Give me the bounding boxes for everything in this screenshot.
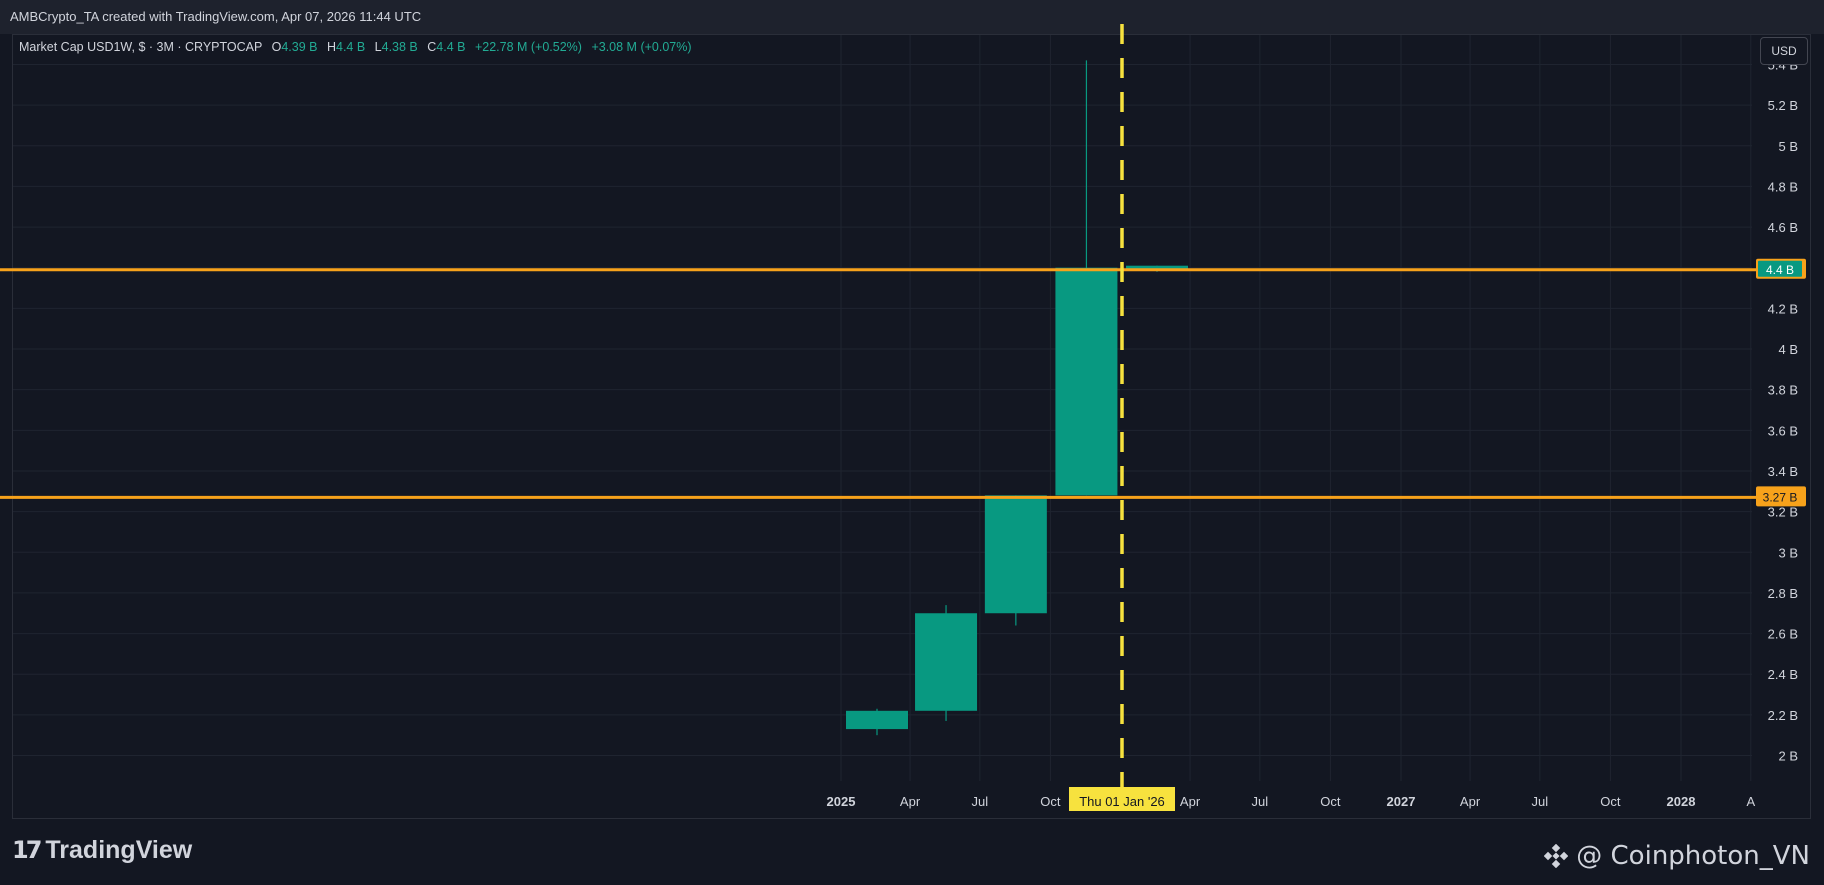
candle-body	[846, 710, 908, 730]
currency-button[interactable]: USD	[1760, 37, 1808, 65]
y-axis-tick-label: 3 B	[1778, 545, 1798, 560]
legend-close-value: 4.4 B	[436, 40, 466, 54]
x-axis-tick-label: 2028	[1667, 794, 1696, 809]
price-badge-label: 3.27 B	[1763, 490, 1798, 504]
x-axis-tick-label: Apr	[900, 794, 921, 809]
y-axis-tick-label: 4.6 B	[1768, 220, 1798, 235]
y-axis-tick-label: 3.2 B	[1768, 505, 1798, 520]
y-axis-tick-label: 2.8 B	[1768, 586, 1798, 601]
candle-body	[915, 613, 978, 711]
legend-open-label: O	[271, 40, 282, 54]
legend-open-value: 4.39 B	[281, 40, 318, 54]
author-watermark: @ Coinphoton_VN	[1544, 841, 1810, 871]
y-axis-tick-label: 2 B	[1778, 749, 1798, 764]
price-level-badge: 3.27 B	[1756, 486, 1806, 507]
candle-body	[1055, 267, 1118, 496]
x-axis-tick-label: Apr	[1460, 794, 1481, 809]
legend-low-value: 4.38 B	[381, 40, 418, 54]
binance-diamond-icon	[1544, 844, 1569, 868]
y-axis-tick-label: 3.8 B	[1768, 383, 1798, 398]
watermark-text: @ Coinphoton_VN	[1576, 841, 1810, 871]
x-axis-tick-label: A	[1746, 794, 1755, 809]
tradingview-logo-icon: 17	[12, 836, 42, 864]
y-axis-tick-label: 4.2 B	[1768, 301, 1798, 316]
x-axis-tick-label: Oct	[1320, 794, 1341, 809]
x-axis-tick-label: Jul	[1252, 794, 1269, 809]
x-axis-tick-label: Jul	[972, 794, 989, 809]
crosshair-date-label: Thu 01 Jan '26	[1079, 794, 1165, 809]
y-axis-tick-label: 5.2 B	[1768, 98, 1798, 113]
legend-symbol: Market Cap USD1W, $ · 3M · CRYPTOCAP	[19, 40, 263, 54]
x-axis-tick-label: Apr	[1180, 794, 1201, 809]
price-badge-label: 4.4 B	[1766, 263, 1794, 277]
x-axis-tick-label: 2025	[827, 794, 856, 809]
legend-change: +22.78 M (+0.52%)	[474, 40, 582, 54]
y-axis-tick-label: 2.4 B	[1768, 667, 1798, 682]
tradingview-brand-name: TradingView	[45, 835, 193, 864]
legend-low-label: L	[374, 40, 382, 54]
x-axis-tick-label: Oct	[1040, 794, 1061, 809]
x-axis-tick-label: Jul	[1532, 794, 1549, 809]
x-axis-tick-label: 2027	[1387, 794, 1416, 809]
price-level-badge: 4.4 B	[1756, 258, 1806, 279]
legend-high-label: H	[326, 40, 336, 54]
y-axis-tick-label: 2.6 B	[1768, 627, 1798, 642]
y-axis-tick-label: 4.8 B	[1768, 179, 1798, 194]
symbol-legend: Market Cap USD1W, $ · 3M · CRYPTOCAP O4.…	[19, 40, 692, 54]
y-axis-tick-label: 4 B	[1778, 342, 1798, 357]
y-axis-tick-label: 5 B	[1778, 139, 1798, 154]
legend-close-label: C	[427, 40, 437, 54]
y-axis-tick-label: 3.6 B	[1768, 423, 1798, 438]
y-axis-tick-label: 2.2 B	[1768, 708, 1798, 723]
legend-change-secondary: +3.08 M (+0.07%)	[591, 40, 692, 54]
legend-high-value: 4.4 B	[336, 40, 366, 54]
candlestick-chart[interactable]: 2 B 2.2 B 2.4 B 2.6 B 2.8 B 3 B 3.2 B 3.4 B 3.6 …	[0, 0, 1824, 819]
y-axis-tick-label: 3.4 B	[1768, 464, 1798, 479]
candle-body	[984, 495, 1047, 614]
x-axis-tick-label: Oct	[1600, 794, 1621, 809]
tradingview-logo[interactable]: 17 TradingView	[12, 835, 193, 865]
